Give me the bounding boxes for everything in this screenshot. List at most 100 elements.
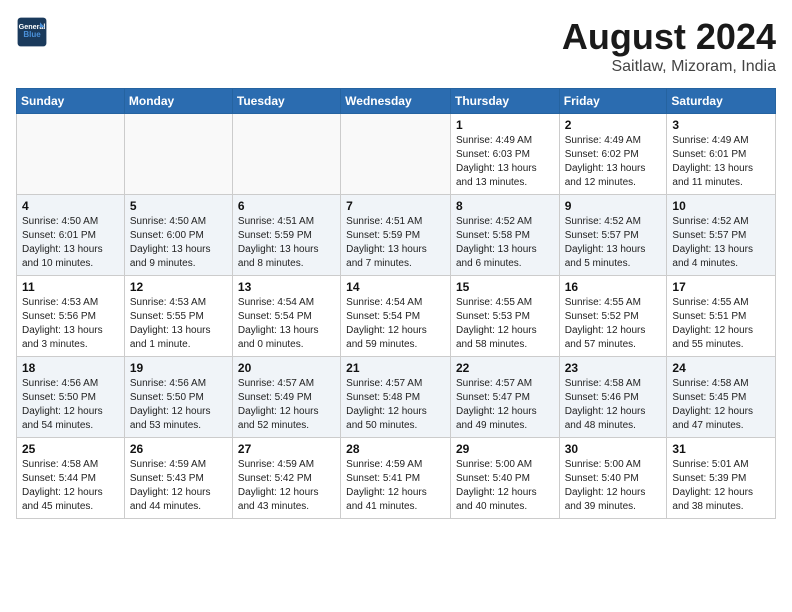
day-info: Sunrise: 4:54 AMSunset: 5:54 PMDaylight:… [346, 296, 445, 352]
weekday-header-sunday: Sunday [17, 89, 125, 114]
day-number: 30 [565, 442, 662, 456]
day-number: 23 [565, 361, 662, 375]
day-info: Sunrise: 4:56 AMSunset: 5:50 PMDaylight:… [130, 377, 227, 433]
calendar-cell: 31 Sunrise: 5:01 AMSunset: 5:39 PMDayligh… [667, 438, 776, 519]
day-info: Sunrise: 4:55 AMSunset: 5:52 PMDaylight:… [565, 296, 662, 352]
day-info: Sunrise: 4:54 AMSunset: 5:54 PMDaylight:… [238, 296, 335, 352]
calendar-cell: 5Sunrise: 4:50 AMSunset: 6:00 PMDaylight… [124, 195, 232, 276]
day-number: 1 [456, 118, 554, 132]
day-number: 14 [346, 280, 445, 294]
calendar-week-row: 18 Sunrise: 4:56 AMSunset: 5:50 PMDayligh… [17, 357, 776, 438]
day-number: 31 [672, 442, 770, 456]
calendar-cell: 29 Sunrise: 5:00 AMSunset: 5:40 PMDayligh… [450, 438, 559, 519]
day-info: Sunrise: 4:58 AMSunset: 5:44 PMDaylight:… [22, 458, 119, 514]
calendar-week-row: 11Sunrise: 4:53 AMSunset: 5:56 PMDayligh… [17, 276, 776, 357]
day-number: 17 [672, 280, 770, 294]
calendar-cell: 19 Sunrise: 4:56 AMSunset: 5:50 PMDayligh… [124, 357, 232, 438]
day-number: 3 [672, 118, 770, 132]
calendar-cell: 16 Sunrise: 4:55 AMSunset: 5:52 PMDayligh… [559, 276, 667, 357]
calendar-cell: 22 Sunrise: 4:57 AMSunset: 5:47 PMDayligh… [450, 357, 559, 438]
day-number: 29 [456, 442, 554, 456]
weekday-header-tuesday: Tuesday [232, 89, 340, 114]
day-number: 16 [565, 280, 662, 294]
weekday-header-row: SundayMondayTuesdayWednesdayThursdayFrid… [17, 89, 776, 114]
day-info: Sunrise: 4:49 AMSunset: 6:02 PMDaylight:… [565, 134, 662, 190]
title-block: August 2024 Saitlaw, Mizoram, India [562, 16, 776, 76]
day-info: Sunrise: 4:53 AMSunset: 5:56 PMDaylight:… [22, 296, 119, 352]
calendar-cell: 6 Sunrise: 4:51 AMSunset: 5:59 PMDaylight… [232, 195, 340, 276]
logo-icon: General Blue [16, 16, 48, 48]
svg-text:Blue: Blue [23, 30, 41, 39]
day-number: 26 [130, 442, 227, 456]
calendar-cell: 30 Sunrise: 5:00 AMSunset: 5:40 PMDayligh… [559, 438, 667, 519]
day-info: Sunrise: 4:51 AMSunset: 5:59 PMDaylight:… [346, 215, 445, 271]
calendar-cell [124, 114, 232, 195]
day-number: 2 [565, 118, 662, 132]
calendar-cell: 8 Sunrise: 4:52 AMSunset: 5:58 PMDaylight… [450, 195, 559, 276]
calendar-cell: 3Sunrise: 4:49 AMSunset: 6:01 PMDaylight… [667, 114, 776, 195]
calendar-cell [341, 114, 451, 195]
calendar-cell: 15Sunrise: 4:55 AMSunset: 5:53 PMDayligh… [450, 276, 559, 357]
calendar-cell: 23Sunrise: 4:58 AMSunset: 5:46 PMDayligh… [559, 357, 667, 438]
day-number: 20 [238, 361, 335, 375]
day-number: 6 [238, 199, 335, 213]
weekday-header-saturday: Saturday [667, 89, 776, 114]
calendar-cell: 2 Sunrise: 4:49 AMSunset: 6:02 PMDaylight… [559, 114, 667, 195]
day-info: Sunrise: 4:58 AMSunset: 5:45 PMDaylight:… [672, 377, 770, 433]
month-year-title: August 2024 [562, 16, 776, 58]
day-info: Sunrise: 4:57 AMSunset: 5:47 PMDaylight:… [456, 377, 554, 433]
calendar-cell: 27Sunrise: 4:59 AMSunset: 5:42 PMDayligh… [232, 438, 340, 519]
calendar-cell: 9Sunrise: 4:52 AMSunset: 5:57 PMDaylight… [559, 195, 667, 276]
day-number: 28 [346, 442, 445, 456]
day-info: Sunrise: 4:55 AMSunset: 5:51 PMDaylight:… [672, 296, 770, 352]
calendar-cell: 14 Sunrise: 4:54 AMSunset: 5:54 PMDayligh… [341, 276, 451, 357]
calendar-week-row: 25 Sunrise: 4:58 AMSunset: 5:44 PMDayligh… [17, 438, 776, 519]
day-number: 7 [346, 199, 445, 213]
day-info: Sunrise: 4:57 AMSunset: 5:49 PMDaylight:… [238, 377, 335, 433]
weekday-header-monday: Monday [124, 89, 232, 114]
calendar-cell: 17 Sunrise: 4:55 AMSunset: 5:51 PMDayligh… [667, 276, 776, 357]
calendar-cell: 7 Sunrise: 4:51 AMSunset: 5:59 PMDaylight… [341, 195, 451, 276]
page-header: General Blue August 2024 Saitlaw, Mizora… [16, 16, 776, 76]
day-number: 8 [456, 199, 554, 213]
day-number: 27 [238, 442, 335, 456]
location-subtitle: Saitlaw, Mizoram, India [562, 58, 776, 76]
day-info: Sunrise: 4:52 AMSunset: 5:57 PMDaylight:… [672, 215, 770, 271]
day-number: 25 [22, 442, 119, 456]
calendar-cell: 20 Sunrise: 4:57 AMSunset: 5:49 PMDayligh… [232, 357, 340, 438]
day-info: Sunrise: 4:53 AMSunset: 5:55 PMDaylight:… [130, 296, 227, 352]
calendar-cell: 21 Sunrise: 4:57 AMSunset: 5:48 PMDayligh… [341, 357, 451, 438]
day-number: 5 [130, 199, 227, 213]
day-info: Sunrise: 4:56 AMSunset: 5:50 PMDaylight:… [22, 377, 119, 433]
calendar-cell [17, 114, 125, 195]
calendar-cell [232, 114, 340, 195]
day-info: Sunrise: 4:51 AMSunset: 5:59 PMDaylight:… [238, 215, 335, 271]
day-info: Sunrise: 4:59 AMSunset: 5:43 PMDaylight:… [130, 458, 227, 514]
calendar-cell: 25 Sunrise: 4:58 AMSunset: 5:44 PMDayligh… [17, 438, 125, 519]
day-number: 10 [672, 199, 770, 213]
day-number: 21 [346, 361, 445, 375]
calendar-cell: 26 Sunrise: 4:59 AMSunset: 5:43 PMDayligh… [124, 438, 232, 519]
day-info: Sunrise: 4:55 AMSunset: 5:53 PMDaylight:… [456, 296, 554, 352]
day-info: Sunrise: 4:57 AMSunset: 5:48 PMDaylight:… [346, 377, 445, 433]
day-number: 18 [22, 361, 119, 375]
calendar-week-row: 1Sunrise: 4:49 AMSunset: 6:03 PMDaylight… [17, 114, 776, 195]
calendar-cell: 12 Sunrise: 4:53 AMSunset: 5:55 PMDayligh… [124, 276, 232, 357]
day-number: 12 [130, 280, 227, 294]
calendar-cell: 11Sunrise: 4:53 AMSunset: 5:56 PMDayligh… [17, 276, 125, 357]
day-number: 4 [22, 199, 119, 213]
day-info: Sunrise: 5:00 AMSunset: 5:40 PMDaylight:… [456, 458, 554, 514]
day-info: Sunrise: 5:01 AMSunset: 5:39 PMDaylight:… [672, 458, 770, 514]
logo: General Blue [16, 16, 48, 48]
day-info: Sunrise: 4:59 AMSunset: 5:41 PMDaylight:… [346, 458, 445, 514]
day-info: Sunrise: 4:52 AMSunset: 5:58 PMDaylight:… [456, 215, 554, 271]
day-info: Sunrise: 4:50 AMSunset: 6:01 PMDaylight:… [22, 215, 119, 271]
day-info: Sunrise: 5:00 AMSunset: 5:40 PMDaylight:… [565, 458, 662, 514]
day-number: 19 [130, 361, 227, 375]
calendar-cell: 28 Sunrise: 4:59 AMSunset: 5:41 PMDayligh… [341, 438, 451, 519]
day-number: 9 [565, 199, 662, 213]
day-number: 24 [672, 361, 770, 375]
day-number: 22 [456, 361, 554, 375]
weekday-header-friday: Friday [559, 89, 667, 114]
weekday-header-thursday: Thursday [450, 89, 559, 114]
